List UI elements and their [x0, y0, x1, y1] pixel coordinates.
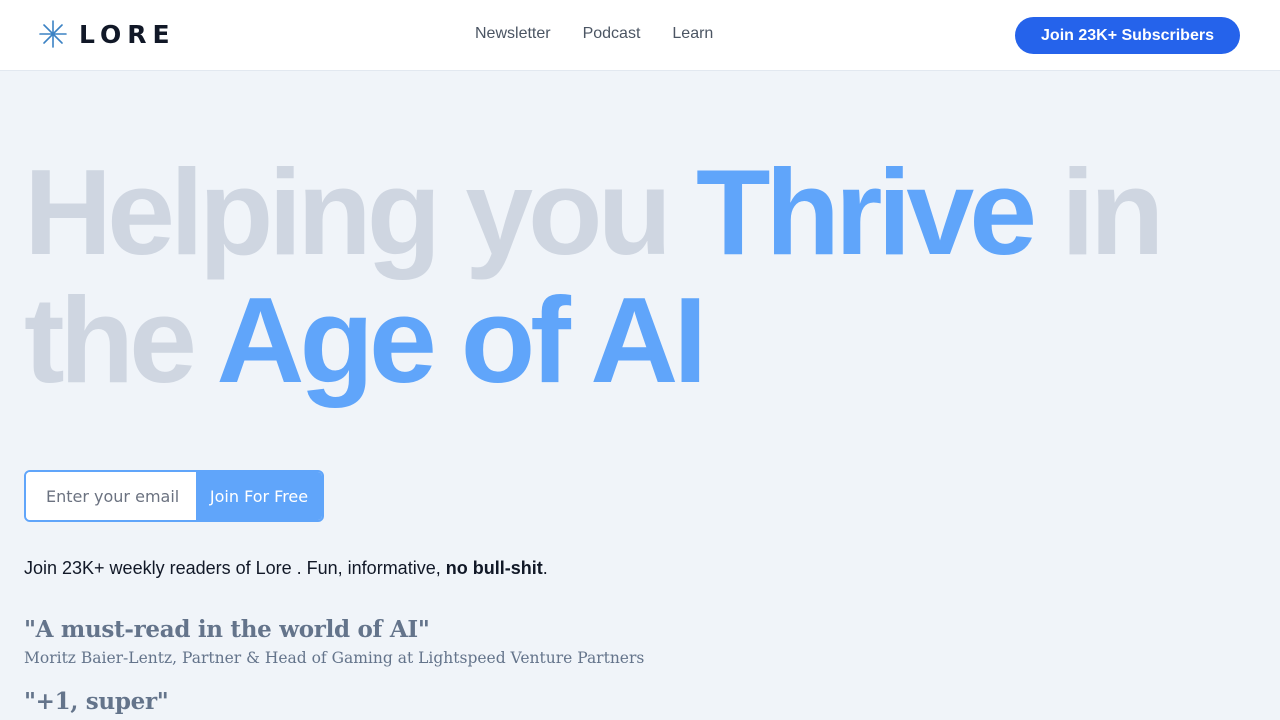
testimonial-quote: "A must-read in the world of AI"	[24, 616, 430, 643]
email-input[interactable]	[26, 472, 196, 520]
hero-headline: Helping you Thrive in the Age of AI	[24, 148, 1264, 404]
subtitle-bold: no bull-shit	[445, 558, 543, 578]
site-header: LORE Newsletter Podcast Learn Join 23K+ …	[0, 0, 1280, 71]
logo-text: LORE	[79, 19, 176, 49]
join-subscribers-button[interactable]: Join 23K+ Subscribers	[1015, 17, 1240, 54]
asterisk-star-icon	[39, 20, 67, 48]
headline-text: in	[1032, 144, 1164, 280]
nav-newsletter[interactable]: Newsletter	[475, 24, 551, 44]
nav-podcast[interactable]: Podcast	[583, 24, 641, 44]
testimonial-quote: "+1, super"	[24, 688, 169, 715]
testimonial-author: Moritz Baier-Lentz, Partner & Head of Ga…	[24, 649, 645, 667]
headline-line-1: Helping you Thrive in	[24, 144, 1164, 280]
logo[interactable]: LORE	[39, 19, 176, 49]
headline-highlight: Age of AI	[216, 272, 707, 408]
headline-text: the	[24, 272, 217, 408]
headline-highlight: Thrive	[696, 144, 1037, 280]
headline-line-2: the Age of AI	[24, 272, 707, 408]
subtitle-end: .	[542, 558, 548, 578]
join-free-button[interactable]: Join For Free	[196, 472, 322, 520]
subtitle: Join 23K+ weekly readers of Lore . Fun, …	[24, 557, 548, 579]
signup-form: Join For Free	[24, 470, 324, 522]
main-nav: Newsletter Podcast Learn	[475, 24, 745, 44]
nav-learn[interactable]: Learn	[672, 24, 713, 44]
headline-text: Helping you	[24, 144, 696, 280]
subtitle-text: Join 23K+ weekly readers of Lore . Fun, …	[24, 558, 446, 578]
